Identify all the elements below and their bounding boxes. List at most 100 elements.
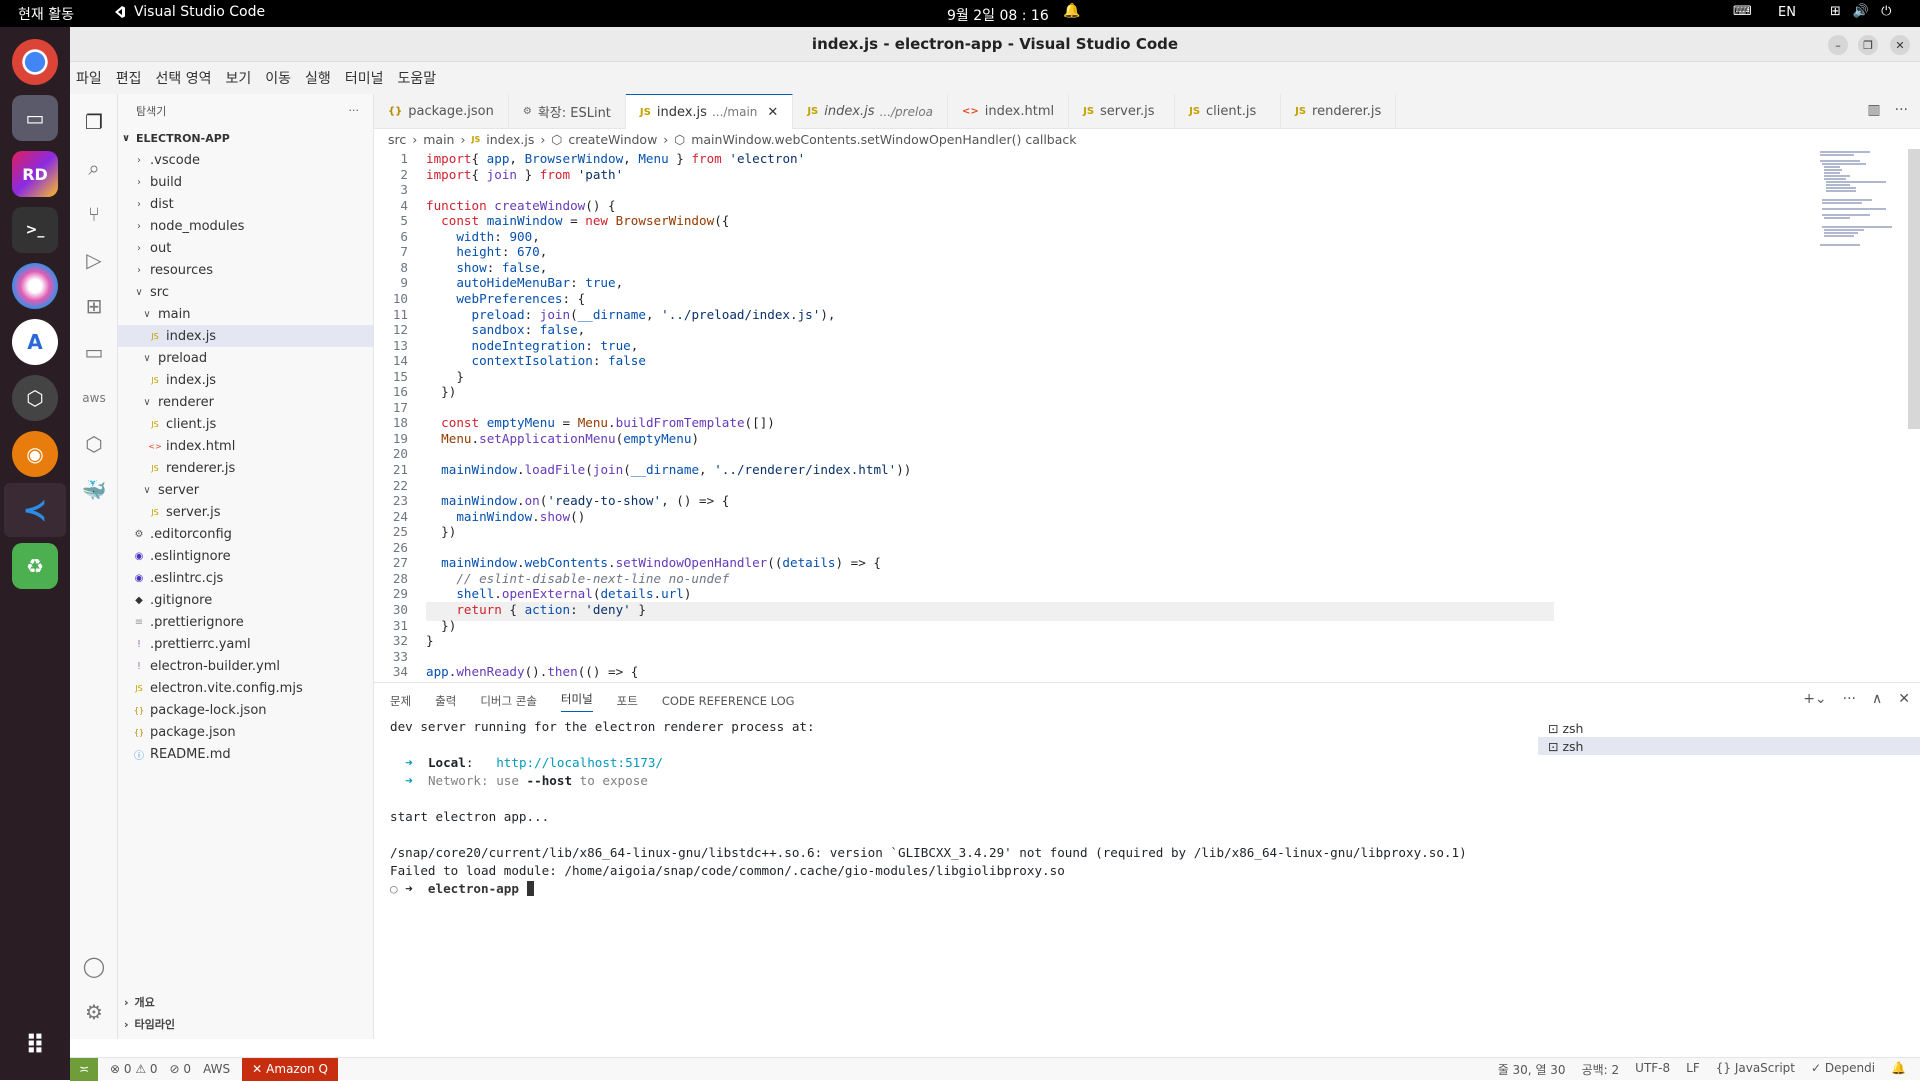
language-mode[interactable]: {} JavaScript — [1716, 1061, 1795, 1078]
file-tree-item[interactable]: ∨ main — [118, 303, 373, 325]
editor-tab[interactable]: {} package.json — [374, 94, 509, 129]
editor-tab[interactable]: JS index.js .../preloa — [793, 94, 949, 129]
encoding[interactable]: UTF-8 — [1635, 1061, 1670, 1078]
editor-tab[interactable]: ⚙ 확장: ESLint — [509, 94, 626, 129]
trash-icon[interactable]: ♻ — [12, 543, 58, 589]
panel-tab[interactable]: CODE REFERENCE LOG — [662, 694, 795, 708]
restore-icon[interactable]: ❐ — [1858, 35, 1878, 55]
close-tab-icon[interactable]: ✕ — [767, 105, 778, 120]
file-tree-item[interactable]: JS server.js — [118, 501, 373, 523]
extensions-icon[interactable]: ⊞ — [80, 292, 108, 320]
system-tray[interactable]: ⊞ 🔊 ⏻ — [1830, 4, 1891, 19]
file-tree-item[interactable]: › .vscode — [118, 149, 373, 171]
rider-icon[interactable]: RD — [12, 151, 58, 197]
menu-item[interactable]: 파일 — [76, 68, 102, 88]
indentation[interactable]: 공백: 2 — [1582, 1061, 1620, 1078]
menu-item[interactable]: 도움말 — [397, 68, 436, 88]
breadcrumb-item[interactable]: src — [388, 132, 406, 147]
code-editor[interactable]: 1 import{ app, BrowserWindow, Menu } from… — [374, 149, 1920, 749]
file-tree-item[interactable]: › node_modules — [118, 215, 373, 237]
cursor-position[interactable]: 줄 30, 열 30 — [1498, 1061, 1566, 1078]
file-tree-item[interactable]: JS renderer.js — [118, 457, 373, 479]
menu-item[interactable]: 이동 — [265, 68, 291, 88]
menu-item[interactable]: 보기 — [226, 68, 252, 88]
breadcrumb-item[interactable]: main — [423, 132, 454, 147]
vscode-dock-icon[interactable]: ≺ — [4, 483, 66, 537]
file-tree-item[interactable]: ∨ renderer — [118, 391, 373, 413]
activities-button[interactable]: 현재 활동 — [18, 4, 74, 24]
file-tree-item[interactable]: › build — [118, 171, 373, 193]
files-icon[interactable]: ▭ — [12, 95, 58, 141]
file-tree-item[interactable]: ∨ preload — [118, 347, 373, 369]
search-icon[interactable]: ⌕ — [80, 154, 108, 182]
breadcrumb-item[interactable]: mainWindow.webContents.setWindowOpenHand… — [691, 132, 1076, 147]
docker-icon[interactable]: 🐳 — [80, 476, 108, 504]
local-url[interactable]: http://localhost:5173/ — [496, 755, 663, 770]
run-debug-icon[interactable]: ▷ — [80, 246, 108, 274]
notifications-bell-icon[interactable]: 🔔 — [1891, 1061, 1906, 1078]
aws-status[interactable]: AWS — [203, 1062, 230, 1076]
editor-tab[interactable]: JS client.js — [1175, 94, 1282, 129]
editor-tab[interactable]: JS server.js — [1069, 94, 1176, 129]
aws-icon[interactable]: aws — [80, 384, 108, 412]
explorer-icon[interactable]: ❐ — [80, 108, 108, 136]
minimize-icon[interactable]: – — [1828, 35, 1848, 55]
panel-tab[interactable]: 출력 — [435, 693, 456, 709]
file-tree-item[interactable]: JS client.js — [118, 413, 373, 435]
maximize-panel-icon[interactable]: ∧ — [1872, 691, 1882, 707]
project-root[interactable]: ∨ ELECTRON-APP — [118, 127, 373, 149]
android-studio-icon[interactable]: A — [12, 319, 58, 365]
file-tree-item[interactable]: › out — [118, 237, 373, 259]
close-window-icon[interactable]: ✕ — [1890, 35, 1910, 55]
ports-status[interactable]: ⊘ 0 — [170, 1062, 192, 1076]
amazon-q-status[interactable]: ✕ Amazon Q — [242, 1057, 338, 1081]
file-tree-item[interactable]: ◉ .eslintrc.cjs — [118, 567, 373, 589]
more-actions-icon[interactable]: ··· — [1895, 102, 1908, 118]
more-actions-icon[interactable]: ··· — [1843, 691, 1856, 707]
close-panel-icon[interactable]: ✕ — [1898, 691, 1910, 707]
file-tree-item[interactable]: ∨ server — [118, 479, 373, 501]
terminal-instance[interactable]: ⊡ zsh — [1538, 719, 1920, 737]
menu-item[interactable]: 편집 — [116, 68, 142, 88]
editor-tab[interactable]: JS renderer.js — [1281, 94, 1397, 129]
more-actions-icon[interactable]: ··· — [349, 104, 360, 117]
blender-icon[interactable]: ◉ — [12, 431, 58, 477]
file-tree-item[interactable]: ◆ .gitignore — [118, 589, 373, 611]
clock[interactable]: 9월 2일 08 : 16 — [947, 5, 1049, 25]
notification-bell-icon[interactable]: 🔔 — [1063, 3, 1080, 19]
breadcrumb-item[interactable]: createWindow — [568, 132, 657, 147]
app-menu[interactable]: Visual Studio Code — [112, 4, 265, 20]
terminal-icon[interactable]: >_ — [12, 207, 58, 253]
file-tree-item[interactable]: ⓘ README.md — [118, 743, 373, 765]
editor-tab[interactable]: JS index.js .../main ✕ — [625, 94, 794, 129]
remote-icon[interactable]: ≍ — [70, 1057, 98, 1081]
file-tree-item[interactable]: {} package.json — [118, 721, 373, 743]
editor-scrollbar[interactable] — [1908, 149, 1920, 429]
file-tree-item[interactable]: <> index.html — [118, 435, 373, 457]
panel-tab[interactable]: 포트 — [617, 693, 638, 709]
file-tree-item[interactable]: JS index.js — [118, 325, 373, 347]
show-apps-icon[interactable]: ⠿ — [12, 1023, 58, 1069]
new-terminal-icon[interactable]: +⌄ — [1803, 691, 1826, 707]
remote-explorer-icon[interactable]: ▭ — [80, 338, 108, 366]
timeline-section[interactable]: › 타임라인 — [118, 1013, 175, 1035]
menu-item[interactable]: 선택 영역 — [156, 68, 212, 88]
source-control-icon[interactable]: ⑂ — [80, 200, 108, 228]
file-tree-item[interactable]: ≡ .prettierignore — [118, 611, 373, 633]
breadcrumb-item[interactable]: index.js — [486, 132, 534, 147]
problems-status[interactable]: ⊗ 0 ⚠ 0 — [110, 1062, 158, 1076]
input-method-icon[interactable]: ⌨ — [1733, 4, 1752, 19]
file-tree-item[interactable]: ! electron-builder.yml — [118, 655, 373, 677]
panel-tab[interactable]: 터미널 — [560, 691, 593, 712]
keyboard-layout[interactable]: EN — [1778, 5, 1796, 20]
manage-gear-icon[interactable]: ⚙ — [80, 998, 108, 1026]
end-of-line[interactable]: LF — [1686, 1061, 1700, 1078]
split-editor-icon[interactable]: ▥ — [1867, 102, 1880, 118]
file-tree-item[interactable]: {} package-lock.json — [118, 699, 373, 721]
outline-section[interactable]: › 개요 — [118, 991, 155, 1013]
file-tree-item[interactable]: JS index.js — [118, 369, 373, 391]
panel-tab[interactable]: 문제 — [390, 693, 411, 709]
minimap[interactable] — [1818, 149, 1908, 309]
panel-tab[interactable]: 디버그 콘솔 — [480, 693, 537, 709]
terminal-output[interactable]: dev server running for the electron rend… — [390, 719, 1520, 899]
